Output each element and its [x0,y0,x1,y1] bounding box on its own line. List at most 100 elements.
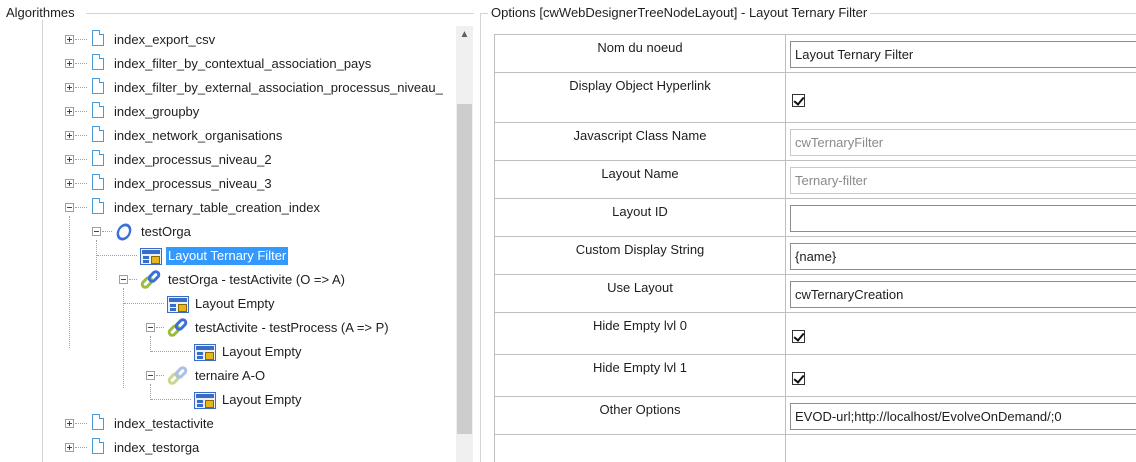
tree-node-label: index_export_csv [114,32,216,47]
options-panel: Options [cwWebDesignerTreeNodeLayout] - … [480,0,1136,462]
options-title: Options [cwWebDesignerTreeNodeLayout] - … [488,5,871,20]
scroll-thumb[interactable] [457,104,472,434]
tree-node[interactable]: Layout Empty [44,340,456,364]
document-icon [92,174,104,190]
expand-icon[interactable] [65,59,74,68]
object-ring-icon [113,220,135,244]
collapse-icon[interactable] [119,275,128,284]
property-name: Javascript Class Name [495,123,786,160]
property-row: Other Options EVOD-url;http://localhost/… [495,397,1136,435]
property-row: Hide Empty lvl 1 [495,355,1136,397]
tree-node-label: testActivite - testProcess (A => P) [195,320,389,335]
tree-node[interactable]: testActivite - testProcess (A => P) [44,316,456,340]
tree-node[interactable]: index_testactivite [44,412,456,436]
faded-association-link-icon [165,364,190,387]
collapse-icon[interactable] [146,323,155,332]
scroll-up-arrow-icon[interactable]: ▲ [456,26,473,43]
association-link-icon [138,268,163,291]
document-icon [92,78,104,94]
tree-node-label: index_network_organisations [114,128,283,143]
tree-node[interactable]: Layout Empty [44,292,456,316]
tree-node-label: index_groupby [114,104,200,119]
expand-icon[interactable] [65,443,74,452]
property-name: Use Layout [495,275,786,312]
tree-node-label: index_ternary_table_creation_index [114,200,320,215]
collapse-icon[interactable] [65,203,74,212]
tree-node-label: ternaire A-O [195,368,266,383]
custom-display-string-field[interactable]: {name} [790,243,1136,270]
document-icon [92,438,104,454]
tree-node[interactable]: index_processus_niveau_3 [44,172,456,196]
property-row: Layout Name Ternary-filter [495,161,1136,199]
property-row: Custom Display String {name} [495,237,1136,275]
layout-icon [167,296,189,313]
algorithms-panel: Algorithmes index_export_csv index_filte… [0,0,478,462]
expand-icon[interactable] [65,83,74,92]
association-link-icon [165,316,190,339]
document-icon [92,150,104,166]
layout-id-field[interactable] [790,205,1136,232]
expand-icon[interactable] [65,179,74,188]
title-divider [86,13,474,14]
other-options-field[interactable]: EVOD-url;http://localhost/EvolveOnDemand… [790,403,1136,430]
property-name: Hide Empty lvl 0 [495,313,786,354]
property-name: Display Object Hyperlink [495,73,786,122]
tree-node-label: index_processus_niveau_2 [114,152,272,167]
tree-node-label: Layout Ternary Filter [166,247,289,265]
document-icon [92,102,104,118]
use-layout-field[interactable]: cwTernaryCreation [790,281,1136,308]
tree-node[interactable]: ternaire A-O [44,364,456,388]
panel-title: Algorithmes [6,5,75,20]
node-name-field[interactable]: Layout Ternary Filter [790,41,1136,68]
display-object-hyperlink-checkbox[interactable] [792,94,805,107]
tree-node-label: index_processus_niveau_3 [114,176,272,191]
javascript-class-name-field: cwTernaryFilter [790,129,1136,156]
property-name: Layout ID [495,199,786,236]
hide-empty-lvl0-checkbox[interactable] [792,330,805,343]
expand-icon[interactable] [65,107,74,116]
tree-node[interactable]: index_testorga [44,436,456,460]
expand-icon[interactable] [65,131,74,140]
property-row: Display Object Hyperlink [495,73,1136,123]
document-icon [92,30,104,46]
tree-node-label: index_filter_by_contextual_association_p… [114,56,372,71]
collapse-icon[interactable] [92,227,101,236]
tree-node-label: testOrga [141,224,191,239]
tree-node[interactable]: index_filter_by_contextual_association_p… [44,52,456,76]
property-row: Javascript Class Name cwTernaryFilter [495,123,1136,161]
tree-node-label: Layout Empty [222,392,302,407]
expand-icon[interactable] [65,35,74,44]
tree-node-label: testOrga - testActivite (O => A) [168,272,346,287]
document-icon [92,198,104,214]
property-name: Nom du noeud [495,35,786,72]
tree-node-selected[interactable]: Layout Ternary Filter [44,244,456,268]
tree-node-label: Layout Empty [222,344,302,359]
tree-node[interactable]: testOrga - testActivite (O => A) [44,268,456,292]
tree-node[interactable]: Layout Empty [44,388,456,412]
property-row: Layout ID [495,199,1136,237]
property-row-empty [495,435,1136,462]
tree-node[interactable]: index_ternary_table_creation_index [44,196,456,220]
tree-node[interactable]: index_processus_niveau_2 [44,148,456,172]
document-icon [92,54,104,70]
tree-node[interactable]: index_filter_by_external_association_pro… [44,76,456,100]
property-grid: Nom du noeud Layout Ternary Filter Displ… [494,34,1136,462]
property-name: Hide Empty lvl 1 [495,355,786,396]
hide-empty-lvl1-checkbox[interactable] [792,372,805,385]
tree-scrollbar[interactable]: ▲ [456,26,473,462]
tree-node[interactable]: index_export_csv [44,28,456,52]
property-row: Hide Empty lvl 0 [495,313,1136,355]
tree-node[interactable]: index_network_organisations [44,124,456,148]
tree-node-label: index_testactivite [114,416,214,431]
property-row: Nom du noeud Layout Ternary Filter [495,35,1136,73]
algorithm-tree[interactable]: index_export_csv index_filter_by_context… [44,26,456,462]
layout-name-field: Ternary-filter [790,167,1136,194]
collapse-icon[interactable] [146,371,155,380]
tree-node-label: index_filter_by_external_association_pro… [114,80,443,95]
tree-node[interactable]: testOrga [44,220,456,244]
property-name: Other Options [495,397,786,434]
layout-icon [194,344,216,361]
tree-node[interactable]: index_groupby [44,100,456,124]
expand-icon[interactable] [65,419,74,428]
expand-icon[interactable] [65,155,74,164]
